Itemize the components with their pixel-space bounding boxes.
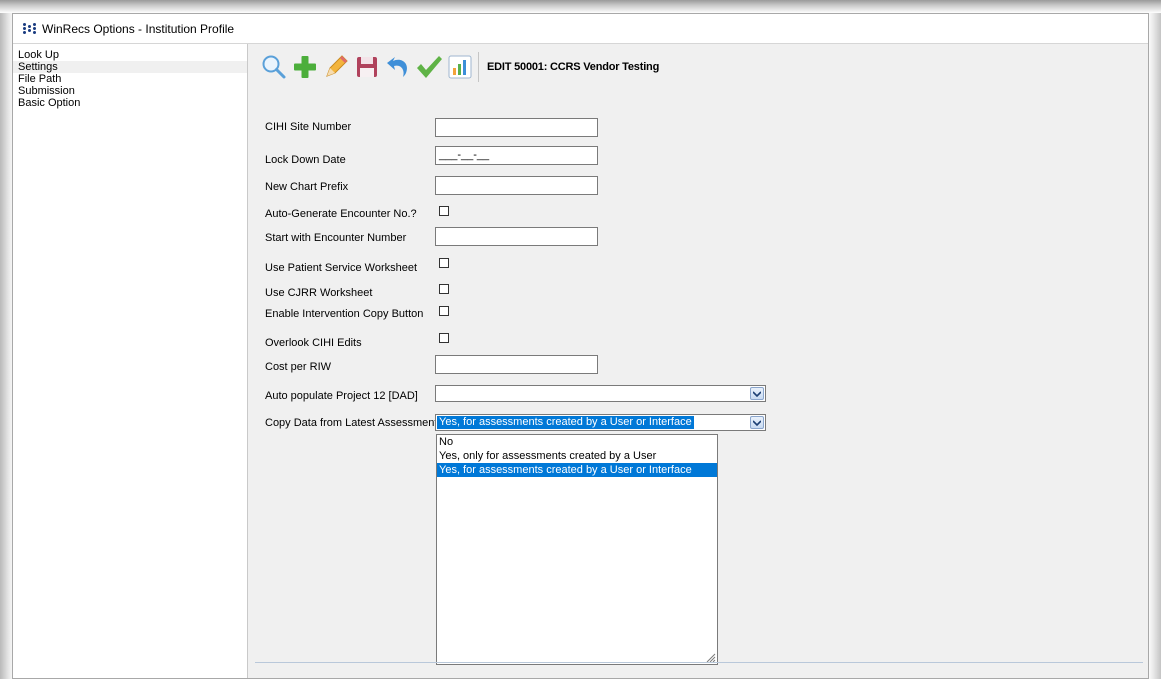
- add-icon: [293, 56, 316, 78]
- cost-per-riw-field[interactable]: [435, 355, 598, 374]
- undo-icon: [386, 57, 407, 77]
- new-chart-prefix-label: New Chart Prefix: [265, 181, 349, 193]
- settings-panel: EDIT 50001: CCRS Vendor Testing CIHI Sit…: [249, 44, 1148, 678]
- copy-data-select[interactable]: Yes, for assessments created by a User o…: [435, 414, 766, 431]
- sidebar-item-basic-option[interactable]: Basic Option: [13, 97, 247, 109]
- report-icon: [448, 55, 471, 79]
- dropdown-option-user-only[interactable]: Yes, only for assessments created by a U…: [437, 449, 717, 463]
- app-logo-icon: [23, 23, 39, 35]
- chevron-down-icon[interactable]: [750, 416, 764, 429]
- intervention-copy-checkbox[interactable]: [439, 306, 449, 316]
- lock-down-date-label: Lock Down Date: [265, 154, 346, 166]
- new-chart-prefix-field[interactable]: [435, 176, 598, 195]
- toolbar-separator: [478, 52, 479, 82]
- panel-bottom-border: [255, 662, 1143, 676]
- start-encounter-field[interactable]: [435, 227, 598, 246]
- copy-data-dropdown-list: No Yes, only for assessments created by …: [436, 434, 718, 665]
- lock-down-date-field[interactable]: ___-__-__: [435, 146, 598, 165]
- confirm-icon: [416, 56, 442, 78]
- copy-data-value: Yes, for assessments created by a User o…: [437, 416, 694, 429]
- patient-service-checkbox[interactable]: [439, 258, 449, 268]
- toolbar: EDIT 50001: CCRS Vendor Testing: [259, 50, 659, 84]
- auto-generate-checkbox[interactable]: [439, 206, 449, 216]
- auto-populate-label: Auto populate Project 12 [DAD]: [265, 390, 418, 402]
- search-icon: [262, 55, 285, 79]
- dropdown-option-user-or-interface[interactable]: Yes, for assessments created by a User o…: [437, 463, 717, 477]
- cjrr-label: Use CJRR Worksheet: [265, 287, 373, 299]
- cjrr-checkbox[interactable]: [439, 284, 449, 294]
- overlook-cihi-label: Overlook CIHI Edits: [265, 337, 362, 349]
- chevron-down-icon[interactable]: [750, 387, 764, 400]
- cost-per-riw-label: Cost per RIW: [265, 361, 332, 373]
- window-shadow-right: [1149, 13, 1161, 679]
- save-button[interactable]: [352, 50, 381, 84]
- confirm-button[interactable]: [414, 50, 443, 84]
- undo-button[interactable]: [383, 50, 412, 84]
- save-icon: [356, 57, 377, 77]
- record-title: EDIT 50001: CCRS Vendor Testing: [487, 61, 660, 73]
- cihi-site-number-label: CIHI Site Number: [265, 121, 352, 133]
- auto-generate-label: Auto-Generate Encounter No.?: [265, 208, 417, 220]
- patient-service-label: Use Patient Service Worksheet: [265, 262, 418, 274]
- edit-icon: [325, 55, 348, 77]
- overlook-cihi-checkbox[interactable]: [439, 333, 449, 343]
- report-button[interactable]: [445, 50, 474, 84]
- cihi-site-number-field[interactable]: [435, 118, 598, 137]
- add-button[interactable]: [290, 50, 319, 84]
- copy-data-label: Copy Data from Latest Assessment: [265, 417, 438, 429]
- options-window: WinRecs Options - Institution Profile Lo…: [12, 13, 1149, 679]
- auto-populate-value: [437, 387, 441, 400]
- intervention-copy-label: Enable Intervention Copy Button: [265, 308, 424, 320]
- edit-button[interactable]: [321, 50, 350, 84]
- sidebar-item-submission[interactable]: Submission: [13, 85, 247, 97]
- sidebar-item-file-path[interactable]: File Path: [13, 73, 247, 85]
- sidebar: Look Up Settings File Path Submission Ba…: [13, 44, 248, 678]
- start-encounter-label: Start with Encounter Number: [265, 232, 407, 244]
- search-button[interactable]: [259, 50, 288, 84]
- window-shadow-top: [0, 0, 1161, 13]
- sidebar-item-look-up[interactable]: Look Up: [13, 49, 247, 61]
- window-title: WinRecs Options - Institution Profile: [42, 22, 235, 36]
- title-bar: WinRecs Options - Institution Profile: [13, 14, 1148, 44]
- sidebar-item-settings[interactable]: Settings: [13, 61, 247, 73]
- auto-populate-select[interactable]: [435, 385, 766, 402]
- window-shadow-left: [0, 13, 12, 679]
- dropdown-option-no[interactable]: No: [437, 435, 717, 449]
